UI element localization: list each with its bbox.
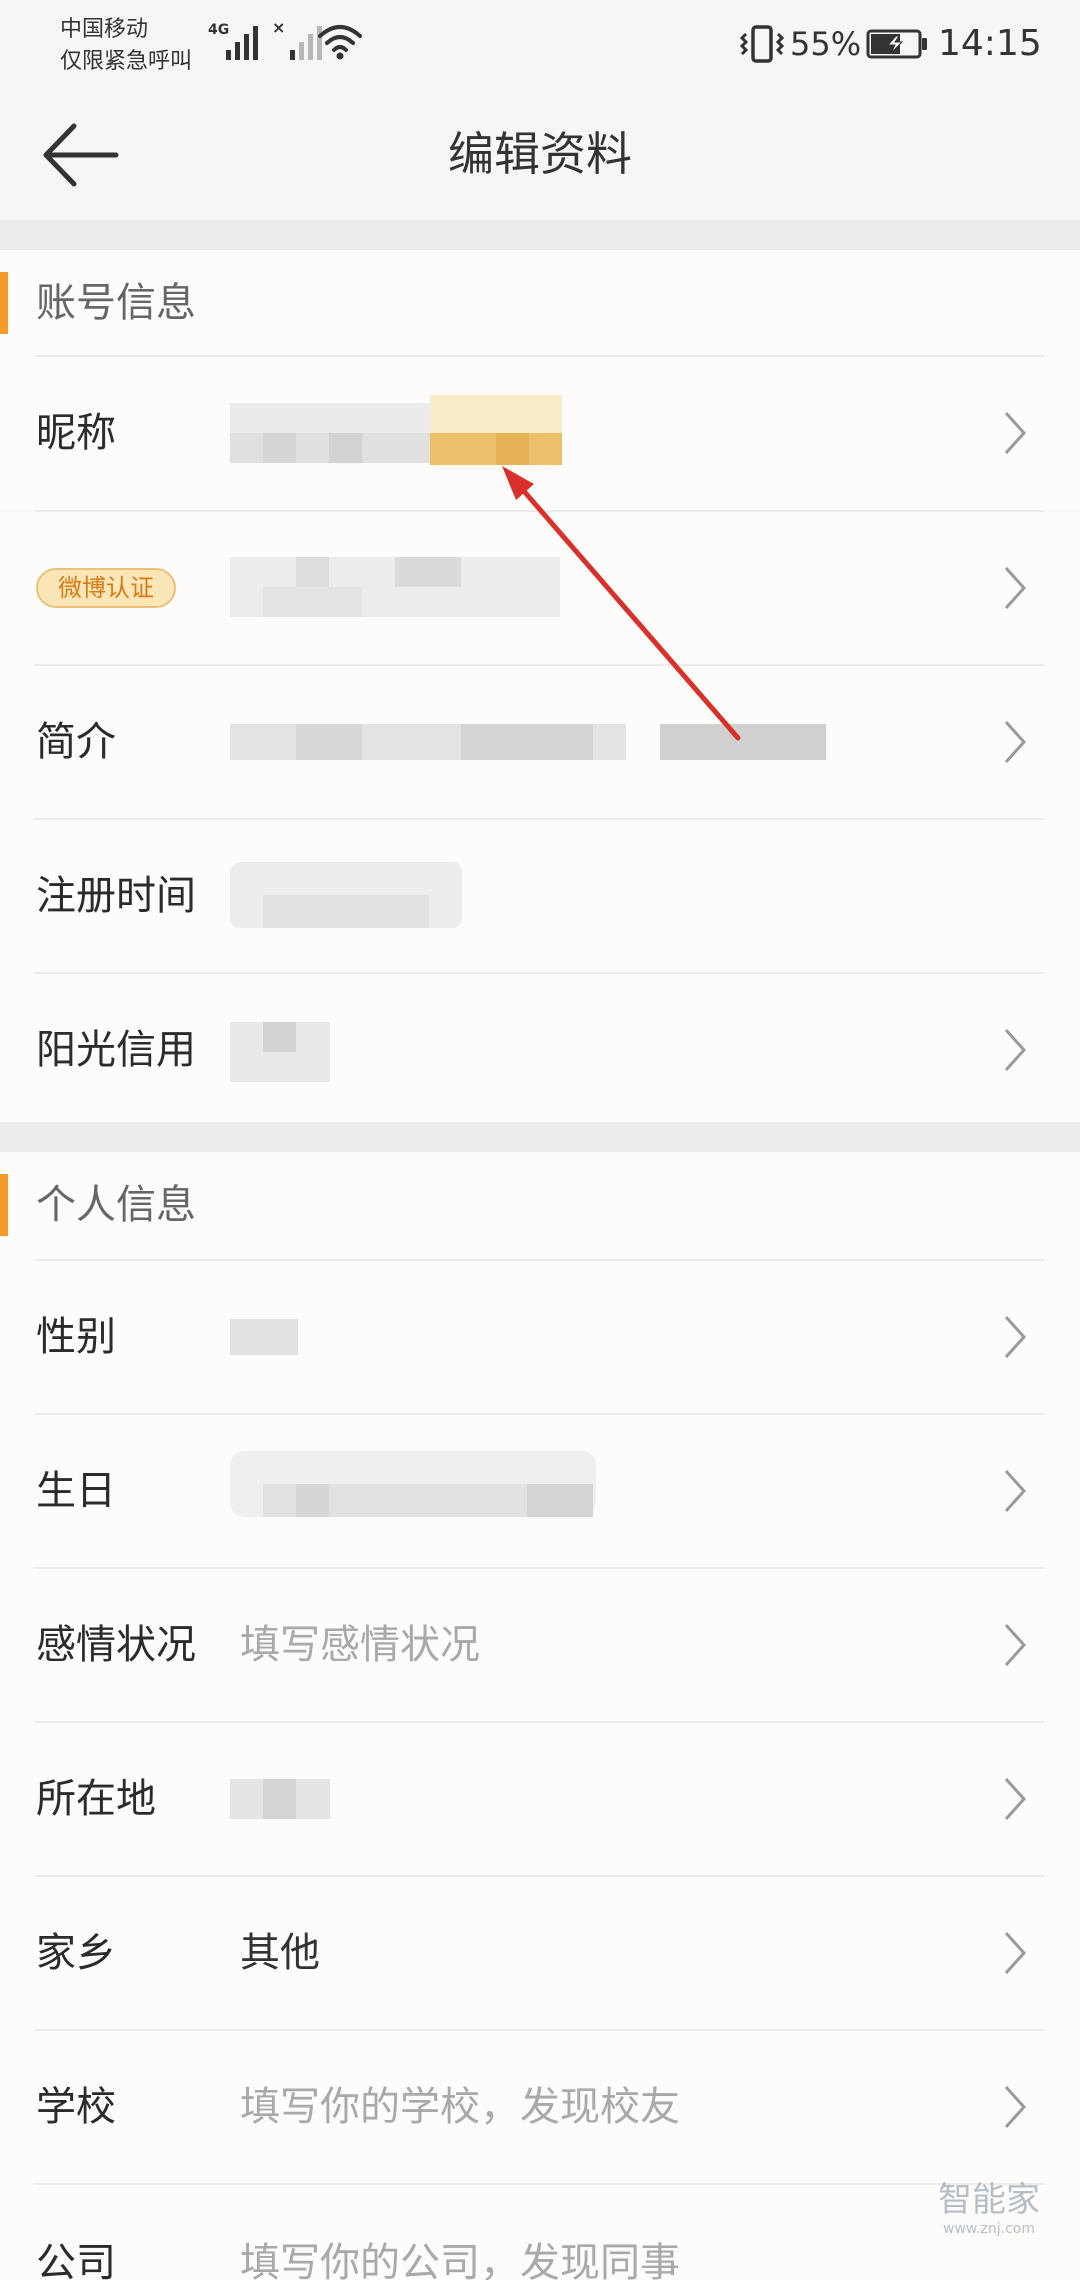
nav-bar: 编辑资料 bbox=[0, 90, 1080, 220]
chevron-right-icon bbox=[1004, 1777, 1027, 1821]
watermark-text: 智能家 bbox=[938, 2180, 1040, 2220]
section-accent-bar bbox=[0, 272, 8, 334]
blurred-value bbox=[230, 1022, 330, 1082]
row-bio[interactable]: 简介 bbox=[0, 666, 1080, 819]
weibo-verification-badge: 微博认证 bbox=[36, 568, 176, 608]
chevron-right-icon bbox=[1004, 1623, 1027, 1667]
chevron-right-icon bbox=[1004, 2085, 1027, 2129]
row-label: 学校 bbox=[36, 2084, 116, 2130]
status-bar: 中国移动 仅限紧急呼叫 4G × 55% 14:15 bbox=[0, 0, 1080, 90]
row-label: 感情状况 bbox=[36, 1622, 196, 1668]
blurred-value bbox=[230, 557, 560, 617]
row-birthday[interactable]: 生日 bbox=[0, 1415, 1080, 1568]
chevron-right-icon bbox=[1004, 1028, 1027, 1072]
chevron-right-icon bbox=[1004, 1931, 1027, 1975]
section-header-account: 账号信息 bbox=[0, 250, 1080, 356]
row-school[interactable]: 学校 填写你的学校，发现校友 bbox=[0, 2031, 1080, 2184]
row-registration-time: 注册时间 bbox=[0, 820, 1080, 973]
section-accent-bar bbox=[0, 1174, 8, 1236]
hometown-value: 其他 bbox=[240, 1930, 320, 1976]
chevron-right-icon bbox=[1004, 566, 1027, 610]
chevron-right-icon bbox=[1004, 411, 1027, 455]
watermark-logo: 智能家 www.znj.com bbox=[914, 2180, 1064, 2260]
blurred-value bbox=[230, 1779, 330, 1819]
row-label: 生日 bbox=[36, 1468, 116, 1514]
row-label: 简介 bbox=[36, 719, 116, 765]
row-hometown[interactable]: 家乡 其他 bbox=[0, 1877, 1080, 2030]
section-title: 个人信息 bbox=[36, 1182, 196, 1228]
row-relationship-status[interactable]: 感情状况 填写感情状况 bbox=[0, 1569, 1080, 1722]
row-location[interactable]: 所在地 bbox=[0, 1723, 1080, 1876]
blurred-value bbox=[230, 862, 462, 928]
relationship-status-placeholder: 填写感情状况 bbox=[240, 1622, 480, 1668]
blurred-value bbox=[230, 724, 826, 760]
row-gender[interactable]: 性别 bbox=[0, 1261, 1080, 1414]
vibrate-icon bbox=[740, 25, 784, 63]
blurred-value bbox=[230, 1451, 596, 1517]
school-placeholder: 填写你的学校，发现校友 bbox=[240, 2084, 680, 2130]
row-sunshine-credit[interactable]: 阳光信用 bbox=[0, 974, 1080, 1127]
edit-profile-screen: 中国移动 仅限紧急呼叫 4G × 55% 14:15 编辑资料 账号信息 昵称 … bbox=[0, 0, 1080, 2280]
chevron-right-icon bbox=[1004, 720, 1027, 764]
watermark-url: www.znj.com bbox=[943, 2221, 1035, 2237]
wifi-icon bbox=[318, 25, 362, 60]
battery-percent: 55% bbox=[790, 25, 862, 63]
blurred-value bbox=[230, 1319, 298, 1355]
row-label: 注册时间 bbox=[36, 873, 196, 919]
battery-charging-icon bbox=[866, 29, 927, 59]
section-title: 账号信息 bbox=[36, 280, 196, 326]
row-label: 性别 bbox=[36, 1314, 116, 1360]
row-label: 家乡 bbox=[36, 1930, 116, 1976]
chevron-right-icon bbox=[1004, 1315, 1027, 1359]
row-label: 公司 bbox=[36, 2240, 116, 2280]
blurred-value bbox=[230, 395, 562, 473]
carrier-name: 中国移动 bbox=[60, 17, 149, 42]
carrier-status: 仅限紧急呼叫 bbox=[60, 49, 193, 74]
section-header-personal: 个人信息 bbox=[0, 1152, 1080, 1258]
row-label: 所在地 bbox=[36, 1776, 156, 1822]
chevron-right-icon bbox=[1004, 1469, 1027, 1513]
section-gap bbox=[0, 1122, 1080, 1152]
row-nickname[interactable]: 昵称 bbox=[0, 357, 1080, 510]
row-label: 昵称 bbox=[36, 410, 116, 456]
page-title: 编辑资料 bbox=[448, 127, 632, 181]
company-placeholder: 填写你的公司，发现同事 bbox=[240, 2240, 680, 2280]
section-gap bbox=[0, 220, 1080, 250]
row-weibo-verification[interactable]: 微博认证 bbox=[0, 512, 1080, 665]
row-label: 阳光信用 bbox=[36, 1027, 196, 1073]
clock: 14:15 bbox=[938, 23, 1042, 64]
